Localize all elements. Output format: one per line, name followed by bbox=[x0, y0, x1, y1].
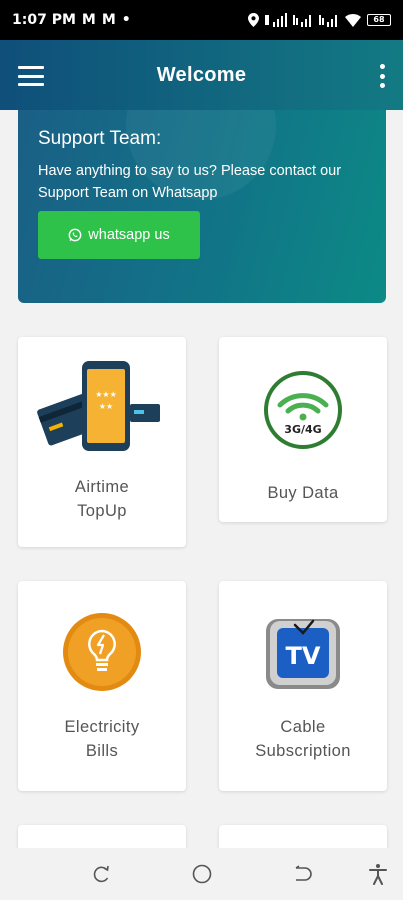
support-card: Support Team: Have anything to say to us… bbox=[18, 110, 386, 303]
tile-label: Buy Data bbox=[267, 484, 339, 502]
wifi-icon bbox=[345, 14, 361, 27]
hamburger-menu-icon[interactable] bbox=[18, 66, 44, 86]
app-bar: Welcome bbox=[0, 40, 403, 110]
home-icon[interactable] bbox=[190, 862, 214, 886]
signal-icon bbox=[319, 15, 337, 27]
status-bar: 1:07 PM M M • 68 bbox=[0, 0, 403, 40]
lightbulb-icon bbox=[63, 613, 141, 691]
system-nav-bar bbox=[0, 848, 403, 900]
tile-label: Electricity Bills bbox=[64, 718, 140, 760]
svg-text:★★: ★★ bbox=[99, 402, 113, 411]
service-tile-buy-data[interactable]: 3G/4G Buy Data bbox=[219, 337, 387, 522]
tile-label: Cable Subscription bbox=[255, 718, 351, 760]
service-tile-airtime[interactable]: ★★★ ★★ Airtime TopUp bbox=[18, 337, 186, 547]
location-icon bbox=[248, 13, 259, 27]
status-time: 1:07 PM bbox=[12, 12, 76, 28]
battery-icon: 68 bbox=[367, 14, 391, 26]
back-icon[interactable] bbox=[290, 862, 314, 886]
tile-label: Airtime TopUp bbox=[74, 478, 130, 520]
accessibility-icon[interactable] bbox=[366, 862, 390, 886]
3g-4g-wifi-icon: 3G/4G bbox=[264, 371, 342, 449]
page-title: Welcome bbox=[156, 63, 247, 86]
more-vertical-icon[interactable] bbox=[379, 64, 385, 88]
tv-icon: TV bbox=[266, 619, 340, 689]
gmail-notification-icon: M bbox=[101, 12, 116, 28]
service-tile-electricity[interactable]: Electricity Bills bbox=[18, 581, 186, 791]
signal-icon bbox=[265, 13, 287, 27]
whatsapp-button-label: whatsapp us bbox=[88, 227, 170, 243]
gmail-notification-icon: M bbox=[81, 12, 96, 28]
recent-apps-icon[interactable] bbox=[90, 862, 114, 886]
airtime-phone-icon: ★★★ ★★ bbox=[37, 361, 160, 451]
whatsapp-icon bbox=[68, 228, 82, 242]
signal-icon bbox=[293, 15, 311, 27]
notification-dot: • bbox=[121, 12, 131, 28]
tv-icon-text: TV bbox=[286, 642, 321, 670]
data-icon-text: 3G/4G bbox=[284, 423, 321, 436]
svg-text:★★★: ★★★ bbox=[95, 390, 117, 399]
service-tile-cable[interactable]: TV Cable Subscription bbox=[219, 581, 387, 791]
whatsapp-button[interactable]: whatsapp us bbox=[38, 211, 200, 259]
